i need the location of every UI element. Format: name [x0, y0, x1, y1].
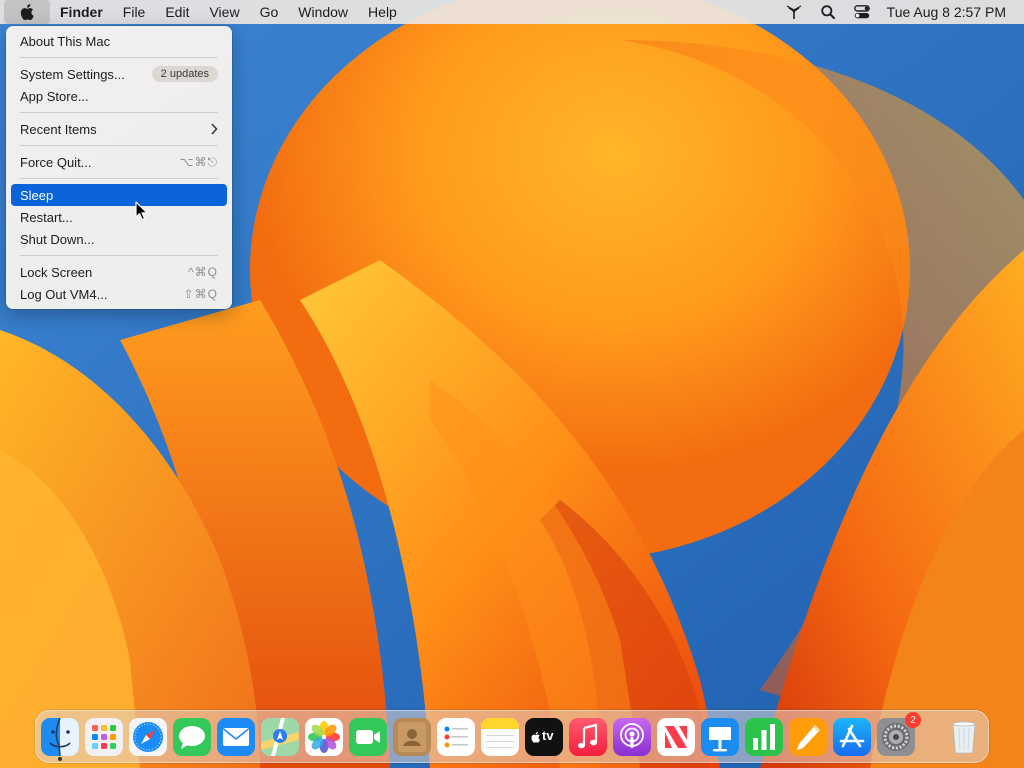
menu-item-about-this-mac[interactable]: About This Mac	[11, 30, 227, 52]
finder-icon[interactable]	[41, 718, 79, 756]
status-area: Tue Aug 8 2:57 PM	[777, 0, 1006, 24]
search-icon[interactable]	[811, 0, 845, 24]
menu-item-restart[interactable]: Restart...	[11, 206, 227, 228]
launchpad-icon[interactable]	[85, 718, 123, 756]
menu-item-label: Force Quit...	[20, 154, 92, 170]
pages-icon[interactable]	[789, 718, 827, 756]
numbers-icon[interactable]	[745, 718, 783, 756]
updates-badge: 2 updates	[151, 66, 218, 82]
trash-icon[interactable]	[945, 718, 983, 756]
menu-item-label: System Settings...	[20, 66, 125, 82]
keynote-icon[interactable]	[701, 718, 739, 756]
messages-icon[interactable]	[173, 718, 211, 756]
settings-notification-badge: 2	[905, 712, 921, 728]
menu-item-shut-down[interactable]: Shut Down...	[11, 228, 227, 250]
airdrop-icon[interactable]	[777, 0, 811, 24]
keyboard-shortcut: ⇧⌘Q	[183, 287, 218, 301]
menu-window[interactable]: Window	[288, 0, 358, 24]
dock: tv 2	[35, 710, 989, 763]
menu-item-lock-screen[interactable]: Lock Screen ^⌘Q	[11, 261, 227, 283]
menu-file[interactable]: File	[113, 0, 156, 24]
apple-menu-button[interactable]	[4, 0, 50, 24]
menu-app-name[interactable]: Finder	[50, 0, 113, 24]
app-store-icon[interactable]	[833, 718, 871, 756]
maps-icon[interactable]	[261, 718, 299, 756]
menu-item-recent-items[interactable]: Recent Items	[11, 118, 227, 140]
safari-icon[interactable]	[129, 718, 167, 756]
podcasts-icon[interactable]	[613, 718, 651, 756]
menu-help[interactable]: Help	[358, 0, 407, 24]
apple-logo-icon	[20, 4, 34, 20]
control-center-icon[interactable]	[845, 0, 879, 24]
apple-tv-icon[interactable]: tv	[525, 718, 563, 756]
chevron-right-icon	[211, 123, 218, 135]
contacts-icon[interactable]	[393, 718, 431, 756]
news-icon[interactable]	[657, 718, 695, 756]
menu-edit[interactable]: Edit	[155, 0, 199, 24]
reminders-icon[interactable]	[437, 718, 475, 756]
menu-item-log-out[interactable]: Log Out VM4... ⇧⌘Q	[11, 283, 227, 305]
menu-item-label: Lock Screen	[20, 264, 93, 280]
menu-item-sleep[interactable]: Sleep	[11, 184, 227, 206]
menu-item-label: Recent Items	[20, 121, 97, 137]
apple-menu-dropdown: About This Mac System Settings... 2 upda…	[6, 26, 232, 309]
mail-icon[interactable]	[217, 718, 255, 756]
menu-bar: Finder File Edit View Go Window Help Tue…	[0, 0, 1024, 24]
desktop[interactable]: Finder File Edit View Go Window Help Tue…	[0, 0, 1024, 768]
menu-go[interactable]: Go	[250, 0, 289, 24]
menu-item-label: Log Out VM4...	[20, 286, 108, 302]
menu-item-app-store[interactable]: App Store...	[11, 85, 227, 107]
menu-separator	[20, 112, 218, 113]
menu-item-system-settings[interactable]: System Settings... 2 updates	[11, 63, 227, 85]
mouse-cursor-icon	[135, 201, 148, 221]
system-settings-icon[interactable]: 2	[877, 712, 921, 756]
keyboard-shortcut: ⌥⌘⎋	[179, 154, 218, 169]
menu-separator	[20, 145, 218, 146]
dock-running-indicator	[58, 757, 62, 761]
menu-item-force-quit[interactable]: Force Quit... ⌥⌘⎋	[11, 151, 227, 173]
keyboard-shortcut: ^⌘Q	[188, 265, 218, 279]
menu-item-label: Shut Down...	[20, 231, 95, 247]
photos-icon[interactable]	[305, 718, 343, 756]
music-icon[interactable]	[569, 718, 607, 756]
menu-item-label: Sleep	[20, 187, 54, 203]
menu-separator	[20, 57, 218, 58]
notes-icon[interactable]	[481, 718, 519, 756]
menu-item-label: Restart...	[20, 209, 73, 225]
apple-tv-label: tv	[542, 728, 554, 743]
menu-item-label: App Store...	[20, 88, 89, 104]
menu-view[interactable]: View	[199, 0, 249, 24]
menu-item-label: About This Mac	[20, 33, 111, 49]
menu-separator	[20, 178, 218, 179]
menu-bar-clock[interactable]: Tue Aug 8 2:57 PM	[887, 4, 1006, 20]
facetime-icon[interactable]	[349, 718, 387, 756]
menu-separator	[20, 255, 218, 256]
